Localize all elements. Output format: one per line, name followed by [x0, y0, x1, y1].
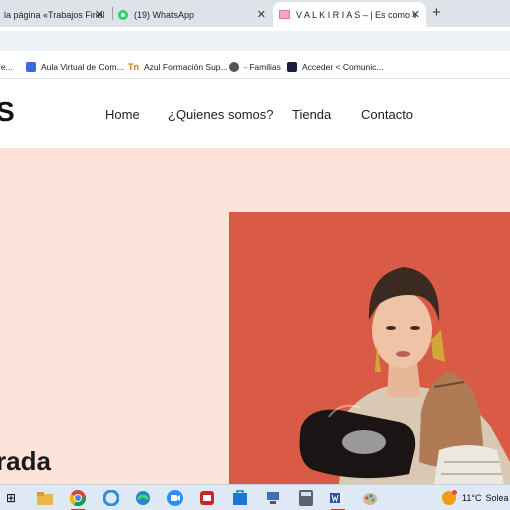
valkirias-favicon-icon — [279, 10, 290, 19]
word-icon[interactable] — [329, 489, 347, 510]
weather-sun-icon — [442, 490, 457, 505]
file-explorer-icon[interactable] — [36, 489, 54, 507]
bookmark-item[interactable]: re... — [0, 60, 13, 74]
paint-icon[interactable] — [361, 489, 379, 507]
bookmark-label: Acceder < Comunic... — [302, 62, 384, 72]
site-logo[interactable]: S — [0, 96, 15, 128]
hero-heading: rada — [0, 446, 51, 476]
bookmarks-bar: re... Aula Virtual de Com... Tn Azul For… — [0, 55, 510, 79]
hero-section: rada — [0, 148, 510, 484]
bookmark-familias[interactable]: - Familias — [229, 60, 281, 74]
tab-whatsapp[interactable]: (19) WhatsApp ✕ — [112, 2, 272, 27]
site-header: S Home ¿Quienes somos? Tienda Contacto — [0, 80, 510, 148]
weather-widget[interactable]: 11°C Solea — [442, 490, 509, 505]
store-icon[interactable] — [231, 489, 249, 507]
nav-contact-link[interactable]: Contacto — [361, 107, 413, 122]
bookmark-azul-formacion[interactable]: Tn Azul Formación Sup... — [128, 60, 228, 74]
calculator-icon[interactable] — [297, 489, 315, 507]
tab-valkirias[interactable]: V A L K I R I A S – | Es como vos ✕ — [273, 2, 426, 27]
zoom-icon[interactable] — [166, 489, 184, 507]
close-icon[interactable]: ✕ — [257, 8, 266, 21]
close-icon[interactable]: ✕ — [95, 8, 104, 21]
nav-about-link[interactable]: ¿Quienes somos? — [168, 107, 274, 122]
nav-home-link[interactable]: Home — [105, 107, 140, 122]
tab-label: (19) WhatsApp — [134, 9, 195, 20]
model-photo-illustration — [229, 212, 510, 484]
bookmark-label: - Familias — [244, 62, 281, 72]
internet-explorer-icon[interactable] — [102, 489, 120, 507]
tab-label: la página «Trabajos Finale — [4, 9, 104, 20]
bookmark-label: Azul Formación Sup... — [144, 62, 228, 72]
bookmark-label: re... — [0, 62, 13, 72]
globe-icon — [229, 62, 239, 72]
whatsapp-icon — [118, 9, 128, 20]
hero-photo — [229, 212, 510, 484]
address-bar-row — [0, 27, 510, 55]
azul-icon: Tn — [128, 62, 139, 72]
windows-taskbar: ⊞ 11°C Solea — [0, 484, 510, 510]
site-icon — [287, 62, 297, 72]
bookmark-label: Aula Virtual de Com... — [41, 62, 124, 72]
screen-recorder-icon[interactable] — [198, 489, 216, 507]
network-app-icon[interactable] — [264, 489, 282, 507]
tab-trabajos-finales[interactable]: la página «Trabajos Finale ✕ — [0, 2, 110, 27]
edge-icon[interactable] — [134, 489, 152, 507]
address-input[interactable] — [0, 31, 510, 51]
puzzle-icon — [26, 62, 36, 72]
browser-tab-strip: la página «Trabajos Finale ✕ (19) WhatsA… — [0, 0, 510, 27]
weather-temperature: 11°C — [462, 493, 482, 503]
close-icon[interactable]: ✕ — [411, 8, 420, 21]
tab-label: V A L K I R I A S – | Es como vos — [296, 9, 416, 20]
bookmark-acceder[interactable]: Acceder < Comunic... — [287, 60, 384, 74]
task-view-icon[interactable]: ⊞ — [2, 489, 20, 507]
new-tab-button[interactable]: + — [432, 4, 441, 21]
bookmark-aula-virtual[interactable]: Aula Virtual de Com... — [26, 60, 124, 74]
nav-shop-link[interactable]: Tienda — [292, 107, 331, 122]
weather-condition: Solea — [485, 493, 509, 503]
chrome-icon[interactable] — [69, 489, 87, 510]
